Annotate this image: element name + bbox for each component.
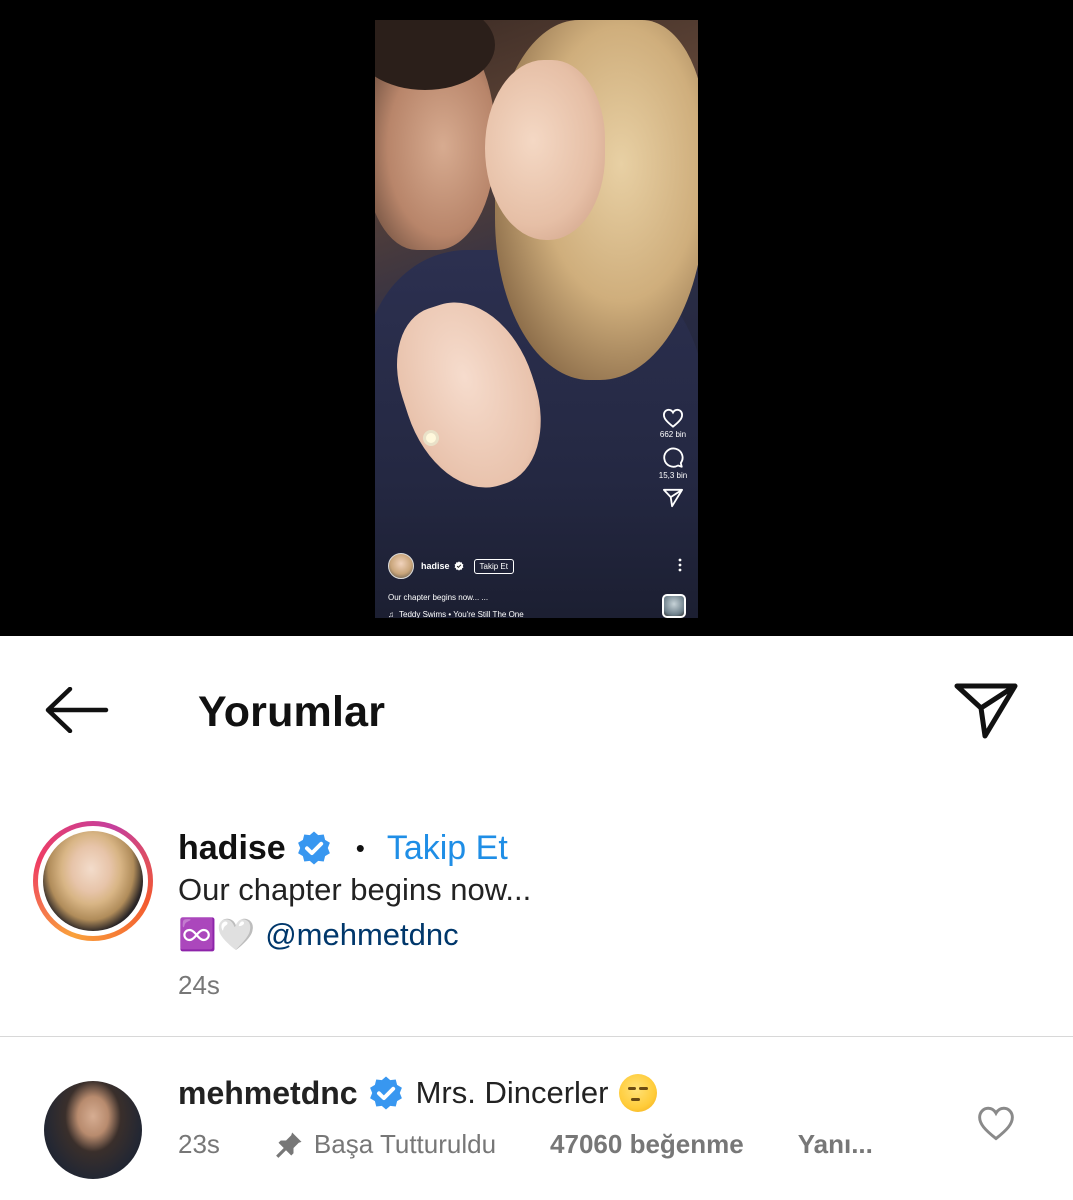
smirk-emoji-icon: [618, 1074, 657, 1112]
reel-action-bar: 662 bin 15,3 bin: [658, 408, 688, 516]
verified-badge-icon: [297, 831, 330, 865]
reel-image-ring: [423, 430, 439, 446]
reply-button[interactable]: Yanı...: [798, 1129, 873, 1160]
comment-username[interactable]: mehmetdnc: [178, 1075, 358, 1112]
comment-text: Mrs. Dincerler: [415, 1075, 609, 1110]
comment-icon: [663, 447, 684, 468]
video-player[interactable]: 662 bin 15,3 bin hadise Takip Et Our cha…: [0, 0, 1073, 636]
caption-username[interactable]: hadise: [178, 829, 286, 868]
comment-item: mehmetdnc Mrs. Dincerler 23s Başa Tuttur…: [0, 1037, 1073, 1200]
comment-likes[interactable]: 47060 beğenme: [550, 1129, 744, 1160]
reel-caption[interactable]: Our chapter begins now... ...: [388, 593, 658, 602]
send-icon: [663, 488, 683, 508]
send-icon: [954, 683, 1018, 739]
reel-music[interactable]: ♫ Teddy Swims • You're Still The One: [388, 610, 658, 618]
back-button[interactable]: [40, 678, 114, 742]
post-caption: hadise • Takip Et Our chapter begins now…: [0, 800, 1073, 1036]
reel-follow-button[interactable]: Takip Et: [473, 558, 514, 574]
reel-comment-button[interactable]: 15,3 bin: [659, 447, 687, 480]
reel-username[interactable]: hadise: [421, 561, 450, 571]
caption-timestamp: 24s: [178, 970, 220, 1000]
verified-badge-icon: [369, 1076, 402, 1110]
reel-comments-count: 15,3 bin: [658, 471, 688, 480]
avatar: [43, 831, 143, 931]
page-title: Yorumlar: [198, 688, 386, 736]
reel-image-woman: [485, 60, 605, 240]
avatar-story-ring[interactable]: [33, 821, 153, 941]
back-arrow-icon: [45, 687, 109, 733]
reel-likes-count: 662 bin: [659, 430, 687, 439]
pin-icon: [276, 1132, 302, 1158]
caption-text: Our chapter begins now...: [178, 872, 532, 907]
verified-badge-icon: [454, 561, 463, 571]
audio-thumbnail[interactable]: [662, 594, 686, 618]
music-note-icon: ♫: [388, 610, 394, 618]
comment-timestamp: 23s: [178, 1129, 220, 1159]
separator-dot: •: [355, 832, 365, 863]
caption-emojis: ♾️🤍: [178, 917, 256, 952]
mention-link[interactable]: @mehmetdnc: [265, 917, 458, 953]
pinned-label: Başa Tutturuldu: [313, 1129, 497, 1159]
heart-icon: [662, 408, 684, 428]
reel-music-label: Teddy Swims • You're Still The One: [399, 610, 524, 618]
reel-video-frame[interactable]: 662 bin 15,3 bin hadise Takip Et Our cha…: [375, 20, 698, 618]
reel-info: hadise Takip Et Our chapter begins now..…: [388, 553, 658, 618]
more-options-icon[interactable]: [678, 558, 682, 577]
share-button[interactable]: [946, 676, 1026, 746]
reel-share-button[interactable]: [662, 488, 684, 508]
heart-icon: [978, 1106, 1014, 1141]
commenter-avatar[interactable]: [44, 1081, 142, 1179]
comments-header: Yorumlar: [0, 636, 1073, 786]
pinned-indicator: Başa Tutturuldu: [274, 1129, 496, 1160]
follow-button[interactable]: Takip Et: [387, 829, 508, 868]
reel-avatar[interactable]: [388, 553, 414, 579]
reel-like-button[interactable]: 662 bin: [660, 408, 686, 439]
comment-like-button[interactable]: [976, 1105, 1016, 1145]
